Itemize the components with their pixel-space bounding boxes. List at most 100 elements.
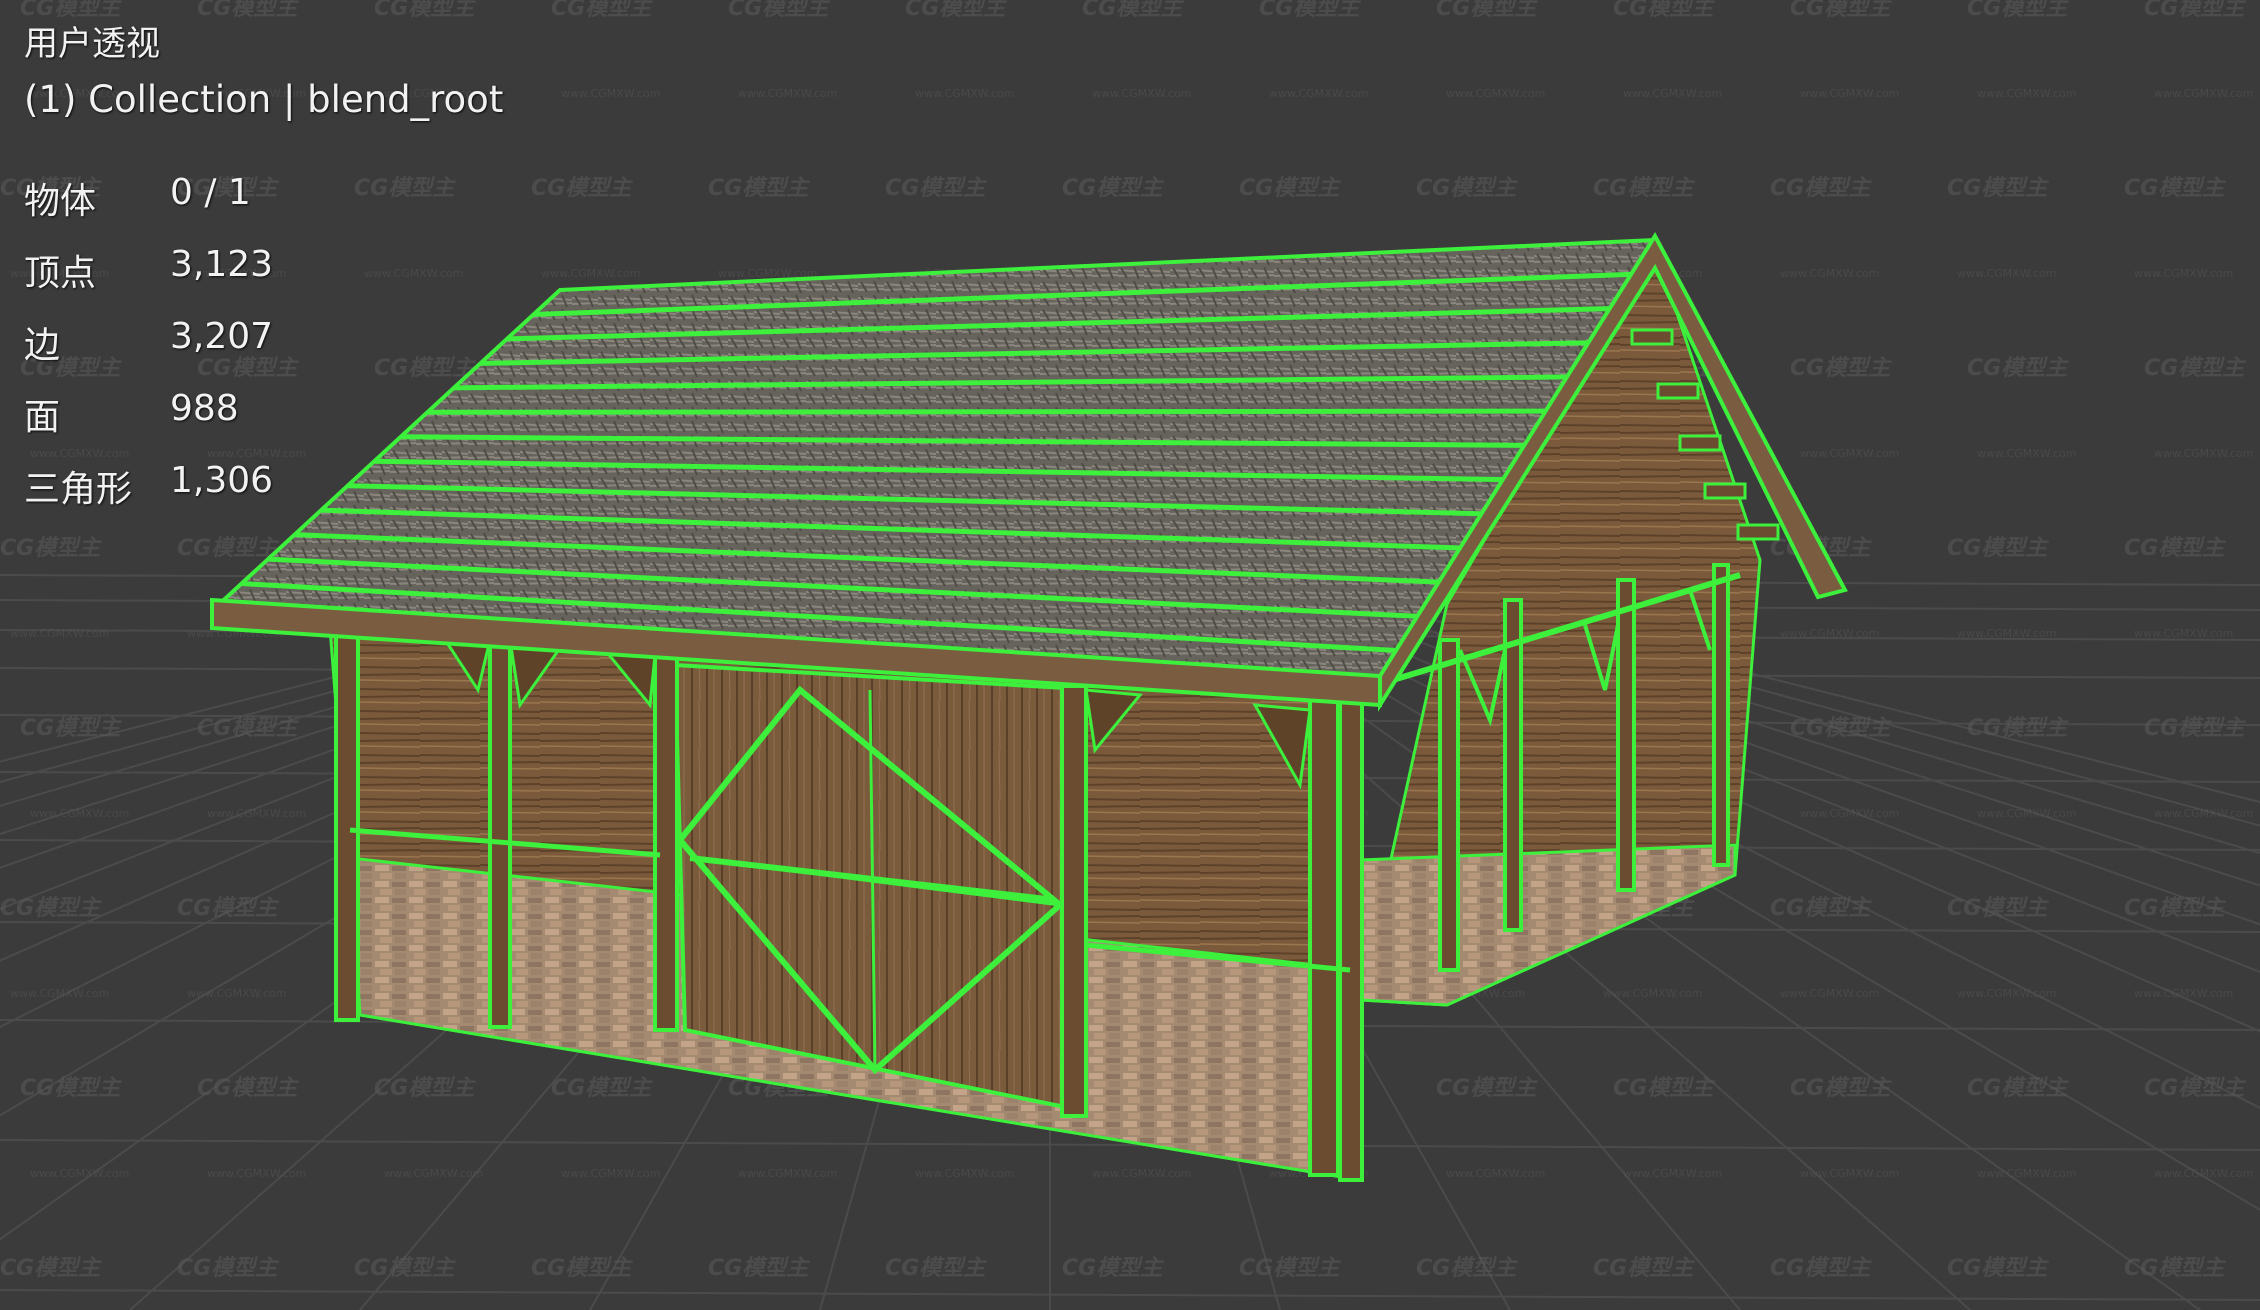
watermark: CG模型主 xyxy=(197,0,299,21)
watermark: CG模型主 xyxy=(1967,356,2069,381)
watermark-url: www.CGMXW.com xyxy=(30,807,129,820)
stat-label: 边 xyxy=(24,325,61,366)
watermark: CG模型主 xyxy=(905,0,1007,21)
watermark-url: www.CGMXW.com xyxy=(561,87,660,100)
stat-faces: 面 988 xyxy=(24,388,273,460)
watermark-url: www.CGMXW.com xyxy=(2154,1167,2253,1180)
watermark: CG模型主 xyxy=(1593,1256,1695,1281)
watermark: CG模型主 xyxy=(354,176,456,201)
watermark-url: www.CGMXW.com xyxy=(915,87,1014,100)
watermark: CG模型主 xyxy=(1239,1256,1341,1281)
watermark: CG模型主 xyxy=(374,0,476,21)
watermark-url: www.CGMXW.com xyxy=(738,1167,837,1180)
watermark: CG模型主 xyxy=(177,896,279,921)
watermark: CG模型主 xyxy=(1259,0,1361,21)
stat-triangles: 三角形 1,306 xyxy=(24,460,273,532)
watermark: CG模型主 xyxy=(885,1256,987,1281)
stat-value: 0 / 1 xyxy=(170,172,251,213)
watermark: CG模型主 xyxy=(1770,176,1872,201)
watermark: CG模型主 xyxy=(708,176,810,201)
watermark-url: www.CGMXW.com xyxy=(1092,87,1191,100)
watermark: CG模型主 xyxy=(354,1256,456,1281)
watermark: CG模型主 xyxy=(1062,1256,1164,1281)
watermark: CG模型主 xyxy=(1790,0,1892,21)
watermark: CG模型主 xyxy=(20,1076,122,1101)
watermark: CG模型主 xyxy=(0,1256,102,1281)
watermark: CG模型主 xyxy=(0,896,102,921)
watermark-url: www.CGMXW.com xyxy=(207,807,306,820)
watermark: CG模型主 xyxy=(1790,356,1892,381)
watermark-url: www.CGMXW.com xyxy=(1800,447,1899,460)
watermark-url: www.CGMXW.com xyxy=(1623,87,1722,100)
watermark-url: www.CGMXW.com xyxy=(1977,1167,2076,1180)
watermark-url: www.CGMXW.com xyxy=(2154,87,2253,100)
watermark: CG模型主 xyxy=(1082,0,1184,21)
watermark-url: www.CGMXW.com xyxy=(1446,1167,1545,1180)
watermark-url: www.CGMXW.com xyxy=(1977,447,2076,460)
watermark: CG模型主 xyxy=(2124,896,2226,921)
watermark: CG模型主 xyxy=(1770,1256,1872,1281)
watermark: CG模型主 xyxy=(20,716,122,741)
watermark: CG模型主 xyxy=(1436,0,1538,21)
watermark: CG模型主 xyxy=(1947,536,2049,561)
watermark-url: www.CGMXW.com xyxy=(2134,627,2233,640)
watermark: CG模型主 xyxy=(2144,0,2246,21)
watermark: CG模型主 xyxy=(177,536,279,561)
watermark: CG模型主 xyxy=(551,0,653,21)
watermark: CG模型主 xyxy=(2124,536,2226,561)
gable-side-wall-lower xyxy=(1358,843,1737,1007)
watermark-url: www.CGMXW.com xyxy=(2134,987,2233,1000)
watermark-url: www.CGMXW.com xyxy=(2154,807,2253,820)
watermark-url: www.CGMXW.com xyxy=(1092,1167,1191,1180)
watermark: CG模型主 xyxy=(1947,176,2049,201)
watermark: CG模型主 xyxy=(1967,1076,2069,1101)
watermark: CG模型主 xyxy=(2124,176,2226,201)
watermark-url: www.CGMXW.com xyxy=(1800,87,1899,100)
stat-vertices: 顶点 3,123 xyxy=(24,244,273,316)
watermark-url: www.CGMXW.com xyxy=(1446,87,1545,100)
watermark: CG模型主 xyxy=(374,1076,476,1101)
watermark: CG模型主 xyxy=(2144,1076,2246,1101)
watermark-url: www.CGMXW.com xyxy=(207,1167,306,1180)
watermark-url: www.CGMXW.com xyxy=(738,87,837,100)
watermark: CG模型主 xyxy=(1790,716,1892,741)
watermark-url: www.CGMXW.com xyxy=(1603,987,1702,1000)
watermark: CG模型主 xyxy=(1613,0,1715,21)
watermark: CG模型主 xyxy=(1790,1076,1892,1101)
watermark-url: www.CGMXW.com xyxy=(1957,627,2056,640)
watermark-url: www.CGMXW.com xyxy=(30,1167,129,1180)
stat-value: 988 xyxy=(170,388,239,429)
view-name-label: 用户透视 xyxy=(24,24,160,64)
watermark: CG模型主 xyxy=(1416,176,1518,201)
stat-value: 3,123 xyxy=(170,244,274,285)
watermark: CG模型主 xyxy=(1947,896,2049,921)
watermark-url: www.CGMXW.com xyxy=(1780,267,1879,280)
watermark-url: www.CGMXW.com xyxy=(1623,1167,1722,1180)
watermark-url: www.CGMXW.com xyxy=(1977,807,2076,820)
watermark-url: www.CGMXW.com xyxy=(10,987,109,1000)
watermark: CG模型主 xyxy=(197,716,299,741)
stat-label: 三角形 xyxy=(24,469,133,510)
watermark: CG模型主 xyxy=(2144,356,2246,381)
stat-value: 3,207 xyxy=(170,316,274,357)
watermark-url: www.CGMXW.com xyxy=(561,1167,660,1180)
watermark: CG模型主 xyxy=(531,176,633,201)
watermark-url: www.CGMXW.com xyxy=(915,1167,1014,1180)
watermark: CG模型主 xyxy=(1947,1256,2049,1281)
watermark: CG模型主 xyxy=(531,1256,633,1281)
watermark-url: www.CGMXW.com xyxy=(1977,87,2076,100)
watermark-url: www.CGMXW.com xyxy=(1800,1167,1899,1180)
watermark: CG模型主 xyxy=(885,176,987,201)
watermark-url: www.CGMXW.com xyxy=(1269,87,1368,100)
collection-label: (1) Collection | blend_root xyxy=(24,78,504,121)
watermark: CG模型主 xyxy=(2144,716,2246,741)
watermark: CG模型主 xyxy=(1967,0,2069,21)
watermark: CG模型主 xyxy=(0,536,102,561)
watermark-url: www.CGMXW.com xyxy=(2154,447,2253,460)
3d-viewport[interactable]: CG模型主 www.CGMXW.com CG模型主 www.CGMXW.com CG模型… xyxy=(0,0,2260,1310)
watermark-url: www.CGMXW.com xyxy=(1800,807,1899,820)
watermark: CG模型主 xyxy=(1436,1076,1538,1101)
watermark-url: www.CGMXW.com xyxy=(1957,987,2056,1000)
scene-canvas[interactable]: CG模型主 www.CGMXW.com CG模型主 www.CGMXW.com CG模型… xyxy=(0,0,2260,1310)
watermark-url: www.CGMXW.com xyxy=(1780,987,1879,1000)
